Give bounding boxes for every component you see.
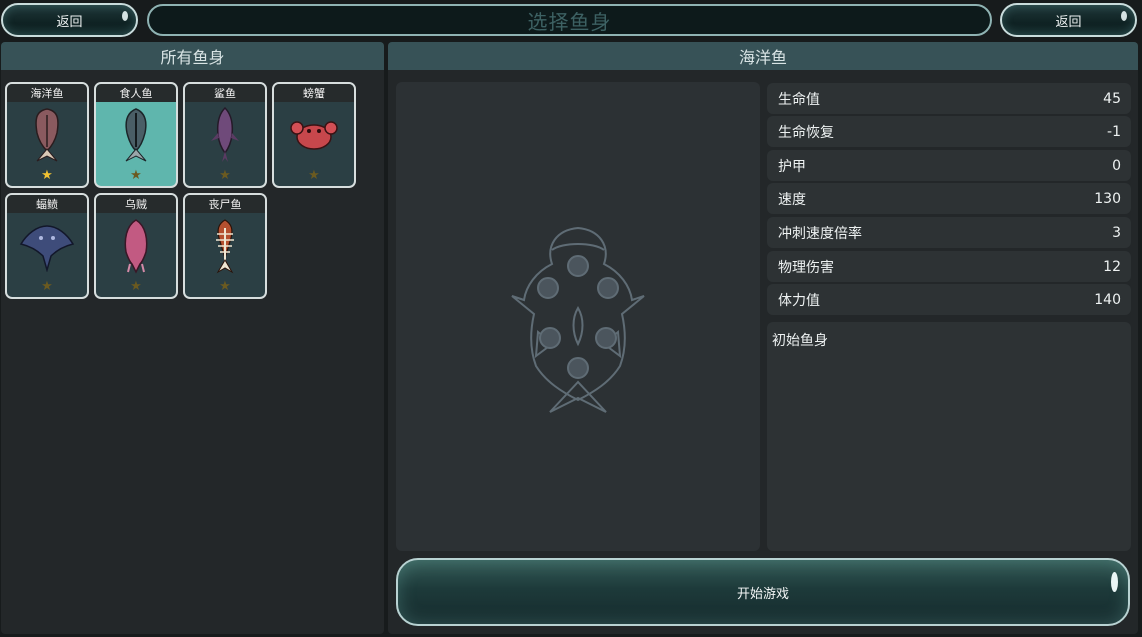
crab-icon (274, 104, 354, 166)
stat-label: 速度 (778, 191, 806, 208)
fish-card-name: 丧尸鱼 (185, 195, 265, 213)
fish-card-name: 螃蟹 (274, 84, 354, 102)
fish-card-squid[interactable]: 乌贼 ★ (94, 193, 178, 299)
stat-label: 物理伤害 (778, 259, 834, 276)
all-fish-panel: 所有鱼身 海洋鱼 ★ 食人鱼 ★ 鲨鱼 ★ 螃蟹 ★ 蝠鲼 ★ 乌贼 ★ 丧尸鱼… (1, 42, 384, 634)
stat-value: 3 (1112, 224, 1121, 241)
stat-value: 0 (1112, 157, 1121, 174)
stat-row-health-regen: 生命恢复 -1 (767, 116, 1131, 147)
fish-card-manta-ray[interactable]: 蝠鲼 ★ (5, 193, 89, 299)
shark-icon (185, 104, 265, 166)
squid-icon (96, 215, 176, 277)
star-icon: ★ (41, 279, 53, 294)
stat-label: 护甲 (778, 158, 806, 175)
fish-card-name: 蝠鲼 (7, 195, 87, 213)
stat-value: 45 (1103, 90, 1121, 107)
stat-label: 生命值 (778, 91, 820, 108)
manta-ray-icon (7, 215, 87, 277)
start-game-label: 开始游戏 (736, 586, 789, 602)
fish-select-screen: 返回 选择鱼身 返回 所有鱼身 海洋鱼 ★ 食人鱼 ★ 鲨鱼 ★ 螃蟹 ★ 蝠鲼… (0, 0, 1142, 637)
fish-detail-title: 海洋鱼 (738, 48, 787, 67)
stat-row-speed: 速度 130 (767, 183, 1131, 214)
back-button-left-label: 返回 (56, 14, 83, 30)
fish-card-name: 海洋鱼 (7, 84, 87, 102)
fish-body-outline-icon (511, 226, 645, 413)
fish-detail-panel-header: 海洋鱼 (388, 42, 1138, 70)
stat-row-armor: 护甲 0 (767, 150, 1131, 181)
stat-label: 冲刺速度倍率 (778, 225, 862, 242)
all-fish-panel-header: 所有鱼身 (1, 42, 384, 70)
page-title: 选择鱼身 (527, 9, 612, 34)
back-button-left[interactable]: 返回 (1, 3, 138, 37)
stat-value: 140 (1094, 291, 1121, 308)
fish-card-shark[interactable]: 鲨鱼 ★ (183, 82, 267, 188)
fish-card-name: 鲨鱼 (185, 84, 265, 102)
start-game-button[interactable]: 开始游戏 (396, 558, 1130, 626)
fish-card-piranha[interactable]: 食人鱼 ★ (94, 82, 178, 188)
stat-label: 体力值 (778, 292, 820, 309)
fish-description: 初始鱼身 (772, 333, 828, 349)
star-icon: ★ (308, 168, 320, 183)
fish-card-name: 食人鱼 (96, 84, 176, 102)
ocean-fish-icon (7, 104, 87, 166)
stat-row-dash-multiplier: 冲刺速度倍率 3 (767, 217, 1131, 248)
stat-label: 生命恢复 (778, 124, 834, 141)
star-icon: ★ (41, 168, 53, 183)
button-shine-icon (1111, 572, 1118, 592)
stat-row-stamina: 体力值 140 (767, 284, 1131, 315)
stat-row-physical-damage: 物理伤害 12 (767, 251, 1131, 282)
star-icon: ★ (130, 279, 142, 294)
star-icon: ★ (219, 279, 231, 294)
fish-card-zombie-fish[interactable]: 丧尸鱼 ★ (183, 193, 267, 299)
fish-preview-area (396, 82, 760, 551)
zombie-fish-icon (185, 215, 265, 277)
piranha-icon (96, 104, 176, 166)
button-shine-icon (1121, 11, 1127, 21)
star-icon: ★ (130, 168, 142, 183)
back-button-right-label: 返回 (1055, 14, 1082, 30)
fish-card-ocean-fish[interactable]: 海洋鱼 ★ (5, 82, 89, 188)
button-shine-icon (122, 11, 128, 21)
back-button-right[interactable]: 返回 (1000, 3, 1137, 37)
fish-description-box: 初始鱼身 (767, 322, 1131, 551)
stat-value: -1 (1107, 123, 1121, 140)
stat-value: 12 (1103, 258, 1121, 275)
stat-row-health: 生命值 45 (767, 83, 1131, 114)
all-fish-panel-title: 所有鱼身 (160, 48, 225, 67)
star-icon: ★ (219, 168, 231, 183)
page-title-bar: 选择鱼身 (147, 4, 992, 36)
fish-card-crab[interactable]: 螃蟹 ★ (272, 82, 356, 188)
fish-card-name: 乌贼 (96, 195, 176, 213)
stat-value: 130 (1094, 190, 1121, 207)
